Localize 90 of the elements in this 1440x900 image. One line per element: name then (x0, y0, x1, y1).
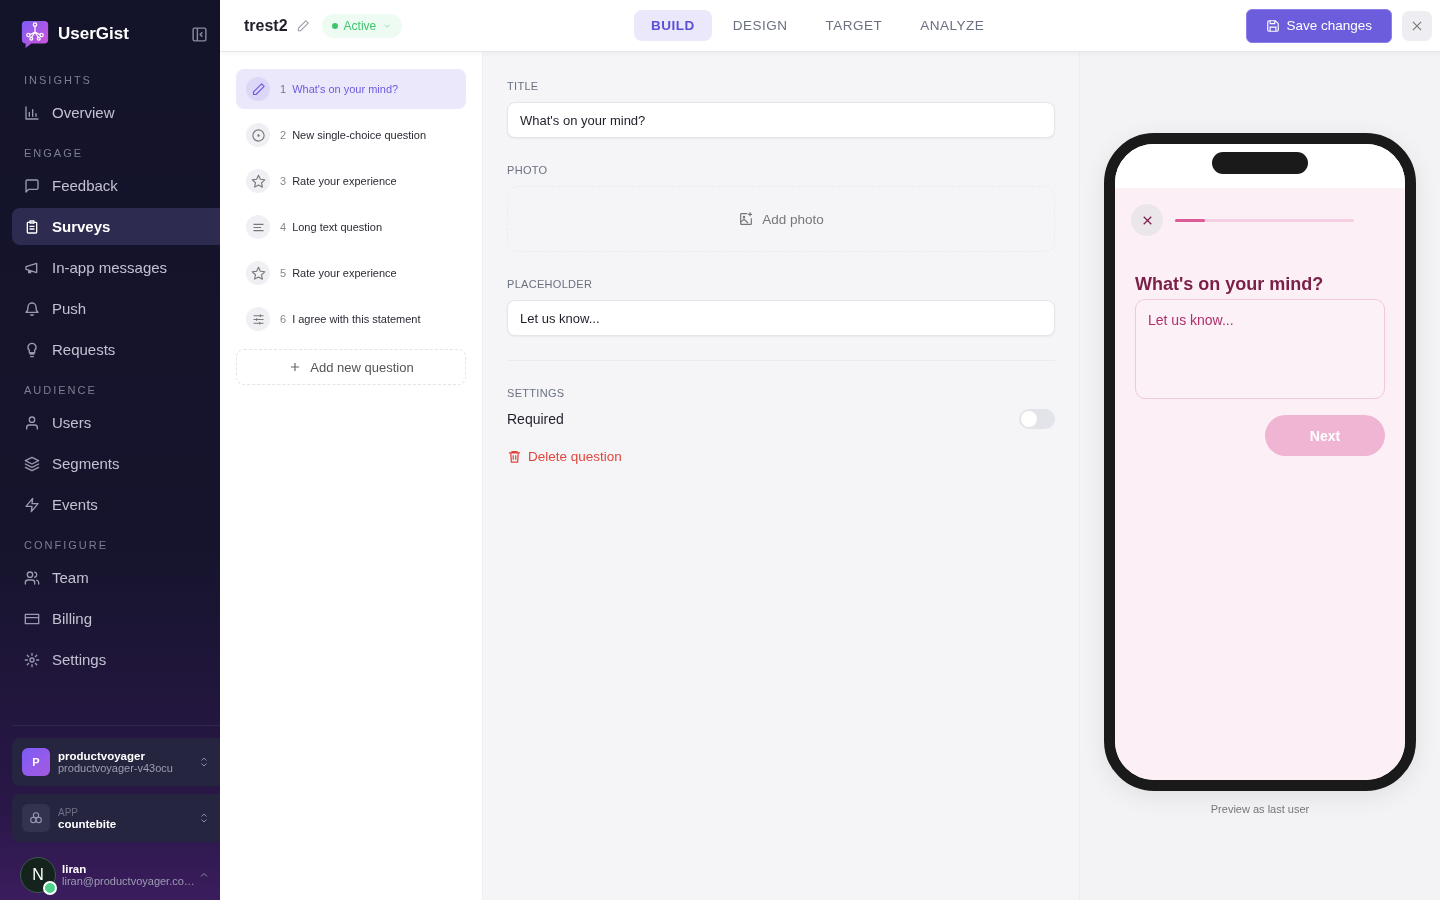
tab[interactable]: TARGET (808, 10, 900, 41)
question-number: 6 (280, 313, 287, 325)
organization-switcher[interactable]: P productvoyager productvoyager-v43ocu (12, 738, 220, 786)
question-number: 2 (280, 129, 287, 141)
add-photo-button[interactable]: Add photo (507, 186, 1055, 252)
question-number: 4 (280, 221, 287, 233)
bell-icon (24, 300, 40, 317)
question-title: I agree with this statement (292, 313, 421, 325)
nav-item[interactable]: Overview (12, 94, 220, 131)
user-avatar: N (20, 857, 56, 893)
nav-item[interactable]: In-app messages (12, 249, 220, 286)
pencil-icon (250, 81, 266, 97)
question-number: 3 (280, 175, 287, 187)
delete-question-button[interactable]: Delete question (507, 449, 622, 464)
tab[interactable]: ANALYZE (903, 10, 1002, 41)
section-heading: AUDIENCE (23, 383, 98, 398)
bar-chart-icon (24, 104, 40, 121)
placeholder-input[interactable]: Let us know... (507, 300, 1055, 336)
nav-item[interactable]: Users (12, 404, 220, 441)
field-label: PHOTO (507, 164, 549, 176)
lightbulb-icon (24, 341, 40, 358)
chevron-up-down-icon (198, 755, 210, 769)
lightning-icon (24, 496, 40, 513)
users-icon (24, 569, 40, 586)
question-title: Long text question (292, 221, 383, 233)
image-add-icon (738, 211, 755, 227)
collapse-sidebar-icon[interactable] (191, 25, 208, 43)
required-label: Required (507, 411, 564, 427)
question-item[interactable]: 2 New single-choice question (236, 115, 466, 155)
layers-icon (24, 455, 40, 472)
tab[interactable]: BUILD (634, 10, 712, 41)
question-title: What's on your mind? (292, 83, 399, 95)
question-item[interactable]: 1 What's on your mind? (236, 69, 466, 109)
field-label: PLACEHOLDER (507, 278, 594, 290)
nav-item[interactable]: Settings (12, 641, 220, 678)
close-button[interactable] (1131, 204, 1163, 236)
app-switcher[interactable]: APP countebite (12, 794, 220, 842)
star-icon (250, 265, 266, 281)
question-title: New single-choice question (292, 129, 427, 141)
required-toggle[interactable] (1019, 409, 1055, 429)
question-title: Rate your experience (292, 267, 397, 279)
close-button[interactable] (1402, 10, 1432, 41)
user-icon (24, 414, 40, 431)
clipboard-icon (24, 218, 40, 235)
question-number: 1 (280, 83, 287, 95)
nav-item[interactable]: Billing (12, 600, 220, 637)
app-label: APP (58, 806, 79, 818)
nav-item[interactable]: Events (12, 486, 220, 523)
logo-icon (20, 19, 50, 49)
brand-name: UserGist (58, 24, 130, 44)
preview-caption: Preview as last user (1210, 803, 1310, 815)
section-heading: ENGAGE (23, 146, 85, 161)
question-item[interactable]: 4 Long text question (236, 207, 466, 247)
trash-icon (507, 449, 522, 464)
tab[interactable]: DESIGN (715, 10, 805, 41)
add-question-button[interactable]: Add new question (236, 349, 466, 385)
title-input[interactable]: What's on your mind? (507, 102, 1055, 138)
pencil-icon[interactable] (295, 18, 310, 33)
organization-avatar: P (22, 748, 50, 776)
star-icon (250, 173, 266, 189)
nav-item[interactable]: Segments (12, 445, 220, 482)
field-label: SETTINGS (507, 387, 566, 399)
answer-box[interactable]: Let us know... (1135, 299, 1385, 399)
section-heading: CONFIGURE (23, 538, 109, 553)
nav-item[interactable]: Push (12, 290, 220, 327)
survey-title: trest2 (244, 16, 288, 35)
nav-item[interactable]: Surveys (12, 208, 220, 245)
nav-item[interactable]: Requests (12, 331, 220, 368)
question-item[interactable]: 5 Rate your experience (236, 253, 466, 293)
field-label: TITLE (507, 80, 540, 92)
nav-item[interactable]: Feedback (12, 167, 220, 204)
question-item[interactable]: 6 I agree with this statement (236, 299, 466, 339)
chat-bubble-icon (24, 177, 40, 194)
settings-icon (24, 651, 40, 668)
user-email: liran@productvoyager.co… (62, 875, 192, 887)
user-menu[interactable]: N liran liran@productvoyager.co… (12, 850, 220, 900)
question-number: 5 (280, 267, 287, 279)
question-heading: What's on your mind? (1135, 274, 1325, 295)
organization-name: productvoyager (58, 750, 146, 762)
user-name: liran (62, 863, 88, 875)
organization-slug: productvoyager-v43ocu (58, 762, 174, 774)
app-name: countebite (58, 817, 118, 830)
question-item[interactable]: 3 Rate your experience (236, 161, 466, 201)
radio-icon (250, 127, 266, 143)
section-heading: INSIGHTS (23, 73, 93, 88)
circles-icon (28, 810, 44, 826)
question-title: Rate your experience (292, 175, 397, 187)
chevron-up-down-icon (198, 811, 210, 825)
nav-item[interactable]: Team (12, 559, 220, 596)
save-button[interactable]: Save changes (1246, 8, 1392, 43)
